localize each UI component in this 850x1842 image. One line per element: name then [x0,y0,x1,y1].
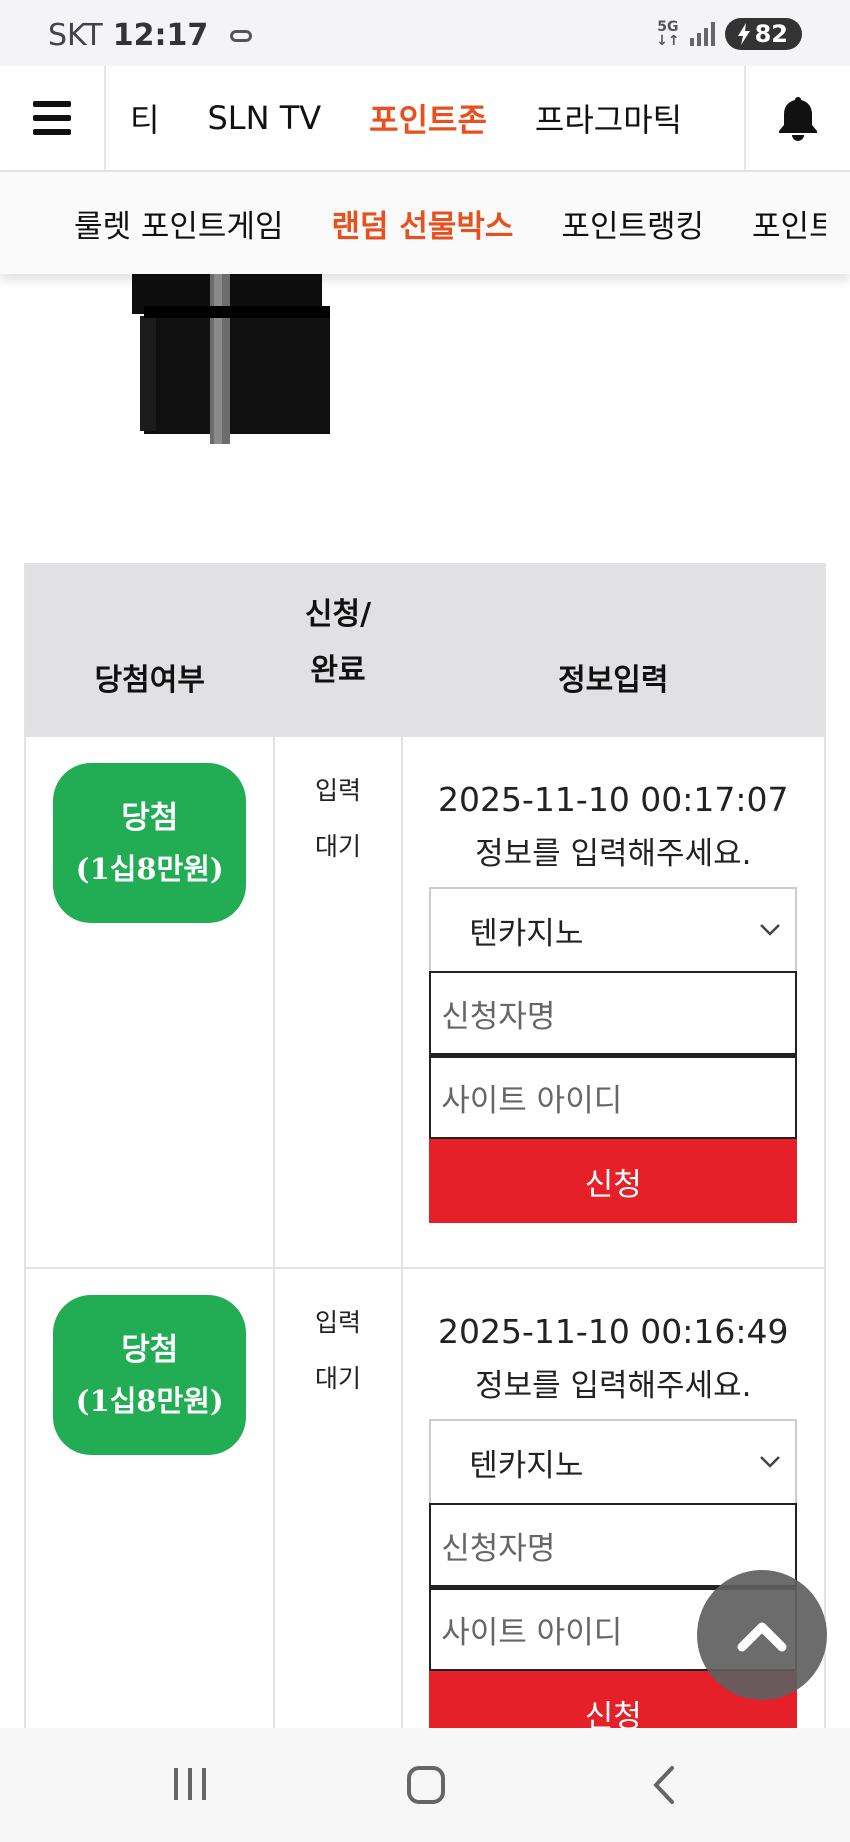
table-row: 당첨 (1십8만원) 입력 대기 2025-11-10 00:16:49 정보를… [23,1267,827,1757]
apply-button[interactable]: 신청 [429,1139,798,1223]
recent-apps-icon[interactable] [168,1764,212,1804]
result-cell: 당첨 (1십8만원) [23,1267,276,1757]
status-line1: 입력 [314,1308,361,1337]
win-badge-title: 당첨 [121,1332,179,1368]
status-cell: 입력 대기 [273,1267,403,1757]
signal-icon [689,22,715,46]
win-badge: 당첨 (1십8만원) [53,1295,247,1455]
top-nav-items: 티 SLN TV 포인트존 프라그마틱 [130,66,682,170]
battery-icon: 82 [724,18,802,50]
home-icon[interactable] [405,1764,449,1806]
status-line1: 입력 [314,776,361,805]
voicemail-icon [230,29,253,42]
scroll-top-button[interactable] [697,1570,827,1700]
site-select[interactable]: 텐카지노 [429,887,798,971]
clock: 12:17 [112,18,209,53]
top-nav-item-point-zone[interactable]: 포인트존 [369,95,487,141]
site-select-value: 텐카지노 [469,1447,584,1484]
sub-nav: 룰렛 포인트게임 랜덤 선물박스 포인트랭킹 포인트 [0,172,850,274]
header-result: 당첨여부 [23,563,276,737]
sub-nav-item-point-ranking[interactable]: 포인트랭킹 [561,201,704,246]
info-cell: 2025-11-10 00:17:07 정보를 입력해주세요. 텐카지노 신청자… [400,735,827,1269]
menu-icon[interactable] [0,66,106,170]
apply-form: 텐카지노 신청자명 사이트 아이디 신청 [429,887,798,1223]
status-line2: 대기 [314,832,361,861]
chevron-down-icon [760,924,781,936]
sub-nav-item-random-giftbox[interactable]: 랜덤 선물박스 [332,201,514,246]
win-datetime: 2025-11-10 00:17:07 [438,780,789,819]
gift-box-image [130,272,330,452]
info-message: 정보를 입력해주세요. [475,836,752,872]
win-badge-amount: (1십8만원) [75,1384,224,1418]
battery-level: 82 [754,20,788,48]
status-right: 5G ↓↑ 82 [656,18,802,50]
bell-icon[interactable] [744,66,850,170]
header-info: 정보입력 [400,563,827,737]
top-nav-item-ti[interactable]: 티 [130,95,159,141]
table-row: 당첨 (1십8만원) 입력 대기 2025-11-10 00:17:07 정보를… [23,735,827,1269]
site-select[interactable]: 텐카지노 [429,1419,798,1503]
info-message: 정보를 입력해주세요. [475,1368,752,1404]
top-nav-item-pragmatic[interactable]: 프라그마틱 [535,95,682,141]
network-type-icon: 5G ↓↑ [656,19,680,49]
status-bar: SKT 12:17 5G ↓↑ 82 [0,0,850,66]
site-id-input[interactable]: 사이트 아이디 [429,1055,798,1139]
header-status-line2: 완료 [310,653,366,688]
applicant-name-input[interactable]: 신청자명 [429,971,798,1055]
status-cell: 입력 대기 [273,735,403,1269]
win-badge: 당첨 (1십8만원) [53,763,247,923]
sub-nav-item-point-more[interactable]: 포인트 [752,201,838,246]
win-datetime: 2025-11-10 00:16:49 [438,1312,789,1351]
win-badge-amount: (1십8만원) [75,852,224,886]
network-type-label: 5G [657,19,679,35]
status-line2: 대기 [314,1364,361,1393]
back-icon[interactable] [650,1764,680,1806]
result-table: 당첨여부 신청/완료 정보입력 당첨 (1십8만원) 입력 대기 2025-11… [23,563,827,1757]
top-nav: 티 SLN TV 포인트존 프라그마틱 [0,66,850,172]
status-left: SKT 12:17 [48,18,253,53]
chevron-down-icon [760,1456,781,1468]
header-status-line1: 신청/ [304,597,372,632]
result-cell: 당첨 (1십8만원) [23,735,276,1269]
top-nav-item-sln-tv[interactable]: SLN TV [207,99,321,137]
win-badge-title: 당첨 [121,800,179,836]
site-select-value: 텐카지노 [469,915,584,952]
chevron-up-icon [737,1622,787,1652]
table-header-row: 당첨여부 신청/완료 정보입력 [23,563,827,737]
sub-nav-edge [826,172,850,274]
sub-nav-items: 룰렛 포인트게임 랜덤 선물박스 포인트랭킹 포인트 [74,172,838,274]
carrier-label: SKT [48,18,103,53]
header-status: 신청/완료 [273,563,403,737]
sub-nav-item-roulette[interactable]: 룰렛 포인트게임 [74,201,284,246]
system-nav-bar [0,1728,850,1842]
